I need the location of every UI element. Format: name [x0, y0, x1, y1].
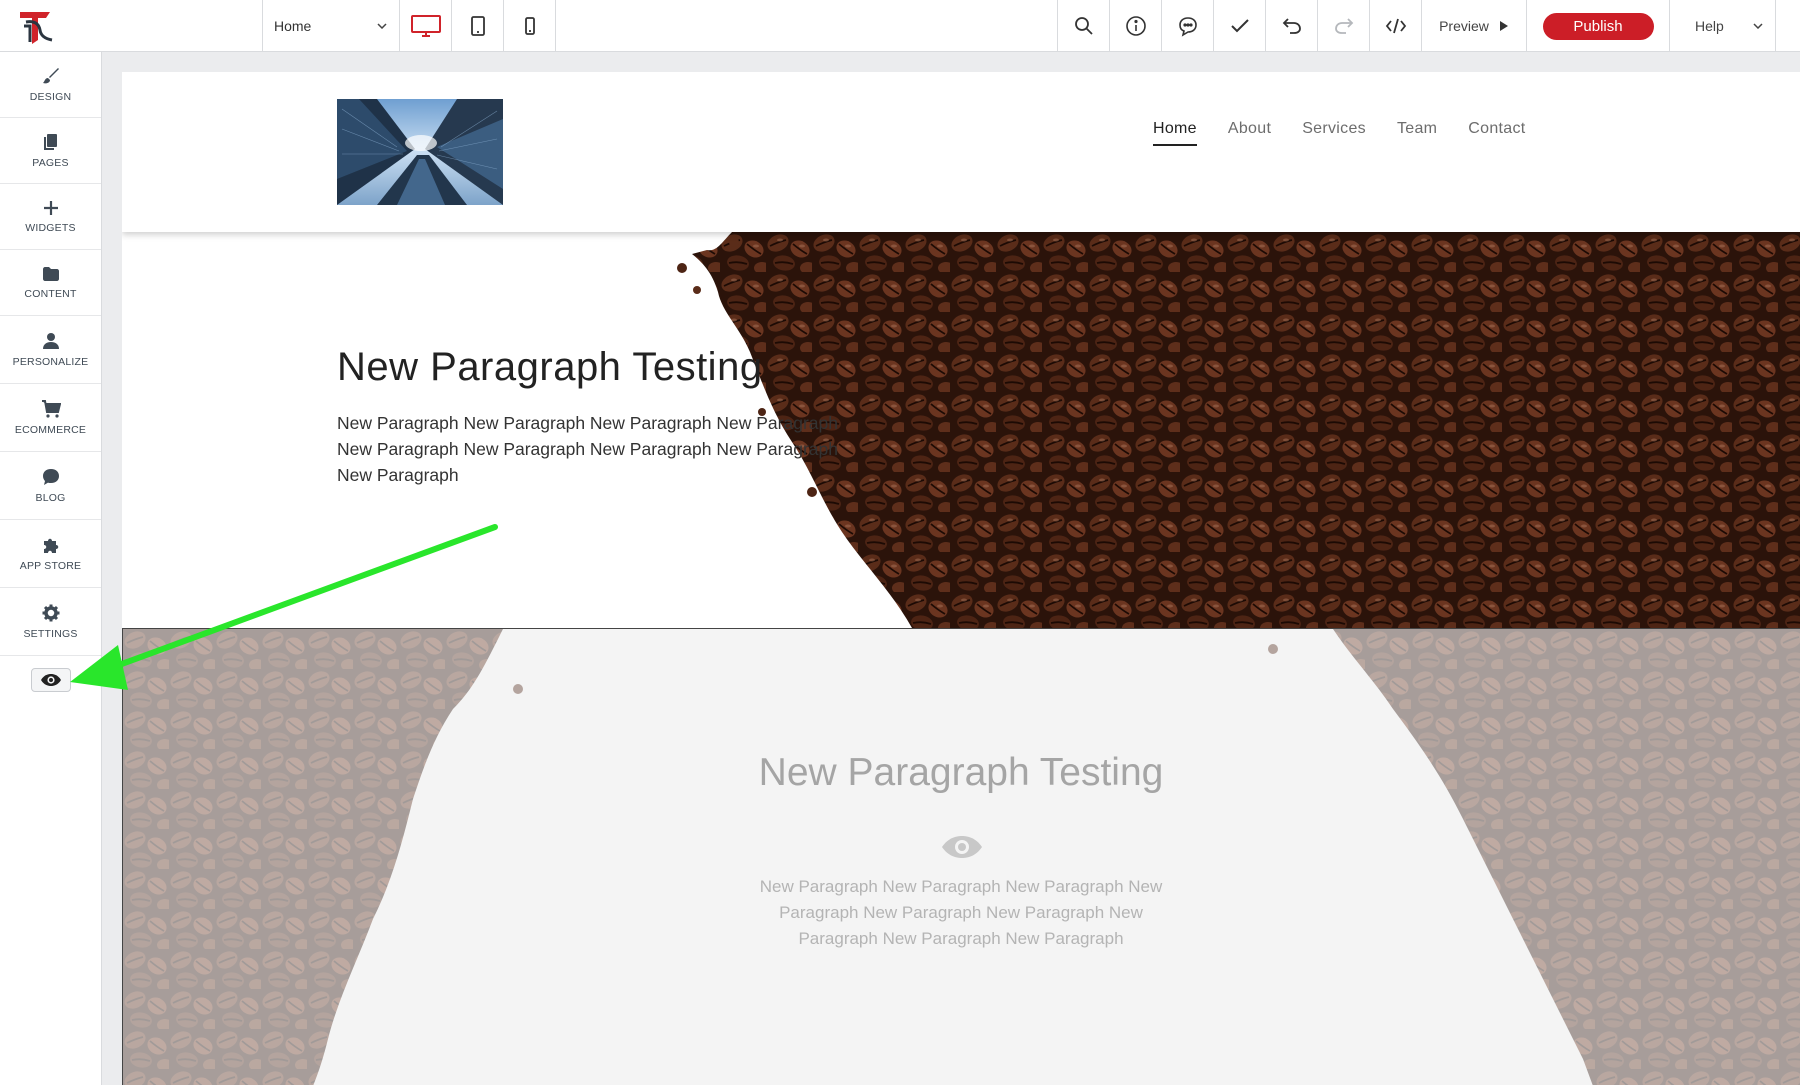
undo-icon — [1282, 18, 1301, 34]
site-navigation: Home About Services Team Contact — [1153, 120, 1526, 146]
chevron-down-icon — [375, 19, 389, 33]
hidden-indicator-eye-icon — [940, 834, 984, 865]
sidebar-item-ecommerce[interactable]: ECOMMERCE — [0, 384, 101, 452]
chevron-down-icon — [1751, 19, 1765, 33]
info-button[interactable] — [1110, 0, 1162, 52]
preview-button[interactable]: Preview — [1422, 0, 1527, 52]
sidebar-item-label: WIDGETS — [25, 221, 76, 234]
puzzle-icon — [43, 538, 58, 553]
toolbar-end — [1776, 0, 1800, 52]
validate-button[interactable] — [1214, 0, 1266, 52]
site-header[interactable]: Home About Services Team Contact — [122, 72, 1800, 232]
folder-icon — [42, 266, 59, 281]
comment-icon — [1178, 17, 1197, 37]
checkmark-icon — [1230, 19, 1249, 33]
sidebar-item-design[interactable]: DESIGN — [0, 52, 101, 118]
brush-icon — [42, 67, 59, 83]
redo-button[interactable] — [1318, 0, 1370, 52]
hidden-section-paragraph[interactable]: New Paragraph New Paragraph New Paragrap… — [738, 874, 1184, 952]
comments-button[interactable] — [1162, 0, 1214, 52]
nav-link-about[interactable]: About — [1228, 120, 1271, 146]
search-icon — [1074, 17, 1093, 35]
tablet-view-button[interactable] — [452, 0, 504, 52]
website-editor: Home Preview Publish Help DESIGN PAGES W… — [0, 0, 1800, 1085]
hidden-section-title[interactable]: New Paragraph Testing — [738, 744, 1184, 802]
sidebar-item-widgets[interactable]: WIDGETS — [0, 184, 101, 250]
sidebar-item-label: DESIGN — [29, 90, 72, 103]
site-canvas: Home About Services Team Contact New Par… — [122, 72, 1800, 1085]
top-toolbar: Home Preview Publish Help — [0, 0, 1800, 52]
hidden-section[interactable]: New Paragraph Testing New Paragraph New … — [122, 628, 1800, 1085]
tablet-icon — [470, 16, 485, 36]
nav-link-services[interactable]: Services — [1302, 120, 1366, 146]
person-icon — [42, 332, 59, 349]
sidebar-item-label: CONTENT — [24, 287, 77, 300]
hero-section[interactable]: New Paragraph Testing New Paragraph New … — [122, 232, 1800, 628]
editor-sidebar: DESIGN PAGES WIDGETS CONTENT PERSONALIZE… — [0, 52, 102, 1085]
cart-icon — [41, 399, 61, 418]
undo-button[interactable] — [1266, 0, 1318, 52]
sidebar-item-label: ECOMMERCE — [14, 423, 87, 436]
plus-icon — [43, 200, 58, 215]
code-icon — [1385, 18, 1406, 34]
sidebar-item-personalize[interactable]: PERSONALIZE — [0, 316, 101, 384]
sidebar-item-label: PERSONALIZE — [12, 355, 89, 368]
hero-paragraph[interactable]: New Paragraph New Paragraph New Paragrap… — [337, 410, 847, 488]
publish-area: Publish — [1527, 0, 1670, 52]
editor-logo[interactable] — [0, 0, 263, 52]
brand-logo-icon — [20, 12, 53, 44]
mobile-icon — [524, 17, 535, 35]
help-dropdown[interactable]: Help — [1670, 0, 1776, 52]
sidebar-item-settings[interactable]: SETTINGS — [0, 588, 101, 656]
sidebar-item-label: APP STORE — [19, 559, 82, 572]
search-button[interactable] — [1058, 0, 1110, 52]
code-editor-button[interactable] — [1370, 0, 1422, 52]
redo-icon — [1334, 18, 1353, 34]
gear-icon — [42, 604, 59, 621]
eye-icon — [40, 674, 61, 686]
publish-button[interactable]: Publish — [1542, 12, 1654, 40]
desktop-icon — [410, 15, 441, 37]
sidebar-item-pages[interactable]: PAGES — [0, 118, 101, 184]
page-selector[interactable]: Home — [263, 0, 400, 52]
play-icon — [1499, 21, 1508, 31]
chat-icon — [42, 468, 59, 485]
toolbar-spacer — [556, 0, 1058, 51]
sidebar-item-content[interactable]: CONTENT — [0, 250, 101, 316]
toggle-hidden-elements-button[interactable] — [30, 668, 71, 692]
pages-icon — [43, 133, 57, 150]
preview-label: Preview — [1439, 18, 1489, 34]
sidebar-item-label: BLOG — [35, 491, 66, 504]
info-icon — [1125, 16, 1146, 36]
sidebar-item-label: SETTINGS — [23, 627, 78, 640]
hero-title[interactable]: New Paragraph Testing — [337, 345, 763, 390]
help-label: Help — [1695, 18, 1724, 34]
header-logo-image[interactable] — [337, 99, 503, 205]
skyscrapers-image — [337, 99, 503, 205]
page-selector-value: Home — [274, 18, 312, 34]
nav-link-home[interactable]: Home — [1153, 120, 1197, 146]
desktop-view-button[interactable] — [400, 0, 452, 52]
mobile-view-button[interactable] — [504, 0, 556, 52]
sidebar-item-blog[interactable]: BLOG — [0, 452, 101, 520]
nav-link-contact[interactable]: Contact — [1468, 120, 1525, 146]
sidebar-item-label: PAGES — [32, 156, 69, 169]
sidebar-item-app-store[interactable]: APP STORE — [0, 520, 101, 588]
nav-link-team[interactable]: Team — [1397, 120, 1437, 146]
